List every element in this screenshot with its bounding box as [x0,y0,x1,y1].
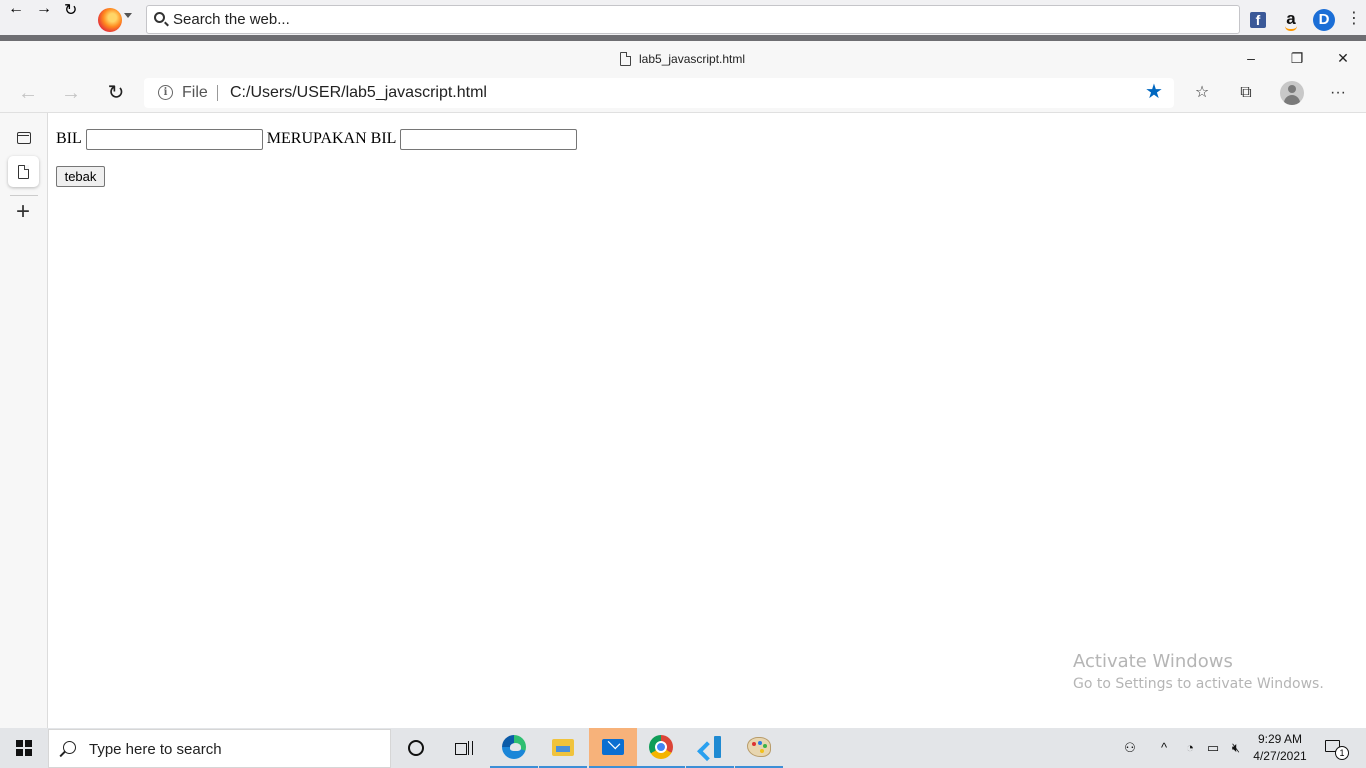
favorite-star-icon[interactable]: ★ [1145,82,1163,102]
activate-subtitle: Go to Settings to activate Windows. [1073,676,1324,692]
vscode-icon [699,736,721,758]
tab-actions-icon[interactable] [8,122,39,153]
d-extension-icon[interactable]: D [1313,9,1335,31]
toolbar-reload-icon[interactable]: ↻ [64,0,77,20]
minimize-button[interactable]: – [1228,44,1274,72]
close-button[interactable]: ✕ [1320,44,1366,72]
toolbar-forward-icon[interactable]: → [36,0,52,18]
restore-button[interactable]: ❐ [1274,44,1320,72]
favorites-icon[interactable]: ☆ [1191,82,1213,104]
collections-icon[interactable]: ⧉ [1235,82,1257,104]
firefox-menu-caret-icon[interactable] [124,13,132,18]
address-separator [217,85,218,101]
taskbar-chrome[interactable] [637,728,685,768]
settings-more-icon[interactable]: ··· [1327,82,1349,104]
windows-logo-icon [16,740,32,756]
people-icon[interactable]: ⚇ [1120,738,1140,758]
start-button[interactable] [0,728,48,768]
task-view-icon [455,741,473,755]
action-center-button[interactable]: 1 [1320,737,1349,760]
volume-muted-icon[interactable]: 🔇︎ [1227,738,1245,758]
url-text[interactable]: C:/Users/USER/lab5_javascript.html [230,84,487,102]
guess-form-row: BIL MERUPAKAN BIL [56,128,581,150]
activate-title: Activate Windows [1073,651,1233,672]
back-icon[interactable]: ← [14,80,42,106]
toolbar-back-icon[interactable]: ← [8,0,24,18]
taskbar-search-placeholder: Type here to search [89,741,222,758]
notification-badge: 1 [1335,746,1349,760]
activate-windows-watermark: Activate Windows Go to Settings to activ… [1073,651,1324,692]
page-document-icon [18,164,29,179]
taskbar-mail[interactable] [589,728,637,768]
document-icon [620,52,631,66]
chrome-icon [649,735,673,759]
amazon-icon[interactable]: a [1282,9,1300,31]
battery-icon[interactable]: ▭ [1204,738,1222,758]
tab-current-page[interactable] [8,156,39,187]
taskbar-search-icon [63,741,76,754]
firefox-logo-icon[interactable] [98,8,122,32]
edge-icon [502,735,526,759]
paint-icon [747,737,771,757]
cortana-button[interactable] [392,728,440,768]
file-explorer-icon [552,738,574,756]
taskbar-paint[interactable] [735,728,783,768]
task-view-button[interactable] [440,728,488,768]
info-icon[interactable]: i [158,85,173,100]
clock-time: 9:29 AM [1257,732,1303,746]
taskbar-search-box[interactable]: Type here to search [48,729,391,768]
forward-icon[interactable]: → [57,80,85,106]
new-tab-plus-icon[interactable]: + [13,200,33,224]
cortana-icon [408,740,424,756]
web-search-placeholder: Search the web... [173,11,290,28]
mail-icon [602,739,624,755]
web-search-box[interactable]: Search the web... [146,5,1240,34]
merupakan-label: MERUPAKAN BIL [266,130,397,147]
bil-input[interactable] [85,128,263,150]
profile-avatar[interactable] [1280,81,1304,105]
tab-title: lab5_javascript.html [620,50,745,68]
sidebar-divider [10,195,38,196]
taskbar-file-explorer[interactable] [539,728,587,768]
network-icon[interactable]: ◔ [1182,738,1198,758]
bil-label: BIL [56,130,82,147]
scheme-label: File [182,84,208,101]
address-row-border [0,112,1366,113]
page-content: BIL MERUPAKAN BIL tebak [56,128,581,187]
taskbar-vscode[interactable] [686,728,734,768]
search-icon [154,12,165,23]
result-input[interactable] [400,128,578,150]
tebak-button[interactable]: tebak [56,166,105,187]
tab-title-text: lab5_javascript.html [639,52,746,66]
clock-date: 4/27/2021 [1253,749,1307,763]
toolbar-more-icon[interactable]: ⋮ [1346,10,1362,28]
show-hidden-icons-chevron-icon[interactable]: ^ [1156,738,1172,758]
taskbar-clock[interactable]: 9:29 AM 4/27/2021 [1252,731,1308,765]
facebook-icon[interactable]: f [1250,12,1266,28]
refresh-icon[interactable]: ↻ [102,80,130,106]
taskbar-edge[interactable] [490,728,538,768]
tab-actions-glyph [16,131,31,144]
